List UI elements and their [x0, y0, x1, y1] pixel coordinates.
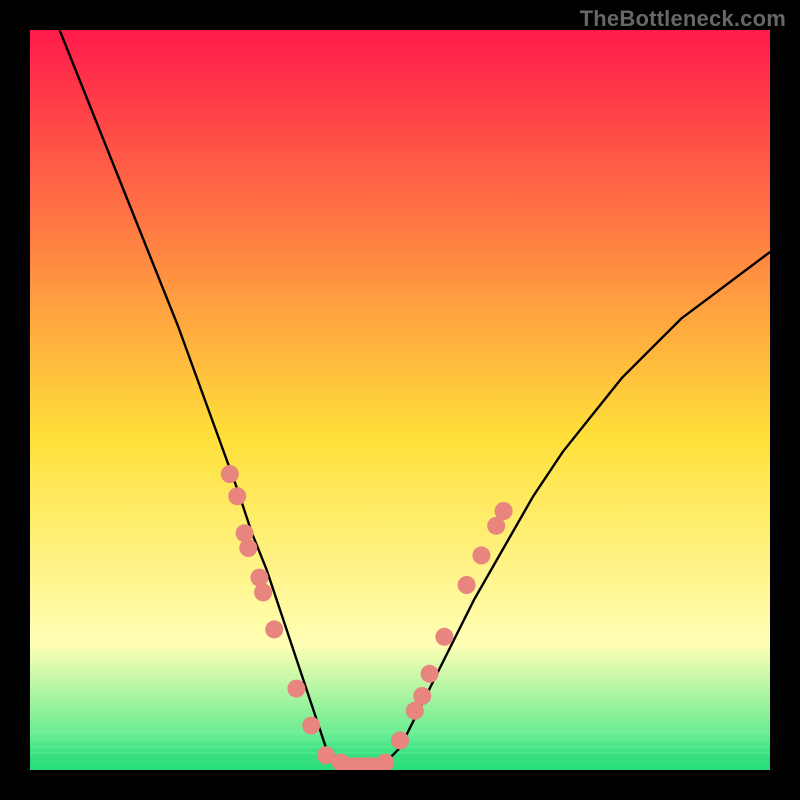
watermark-text: TheBottleneck.com	[580, 6, 786, 32]
chart-plot-area	[30, 30, 770, 770]
sample-dot	[239, 539, 257, 557]
sample-dot	[221, 465, 239, 483]
sample-dot	[287, 680, 305, 698]
chart-frame: TheBottleneck.com	[0, 0, 800, 800]
sample-dot	[391, 731, 409, 749]
sample-dot	[458, 576, 476, 594]
sample-dot	[413, 687, 431, 705]
sample-dot	[265, 620, 283, 638]
gradient-background	[30, 30, 770, 770]
sample-dot	[421, 665, 439, 683]
sample-dot	[435, 628, 453, 646]
sample-dot	[472, 546, 490, 564]
sample-dot	[495, 502, 513, 520]
sample-dot	[254, 583, 272, 601]
chart-svg	[30, 30, 770, 770]
sample-dot	[228, 487, 246, 505]
sample-dot	[302, 717, 320, 735]
